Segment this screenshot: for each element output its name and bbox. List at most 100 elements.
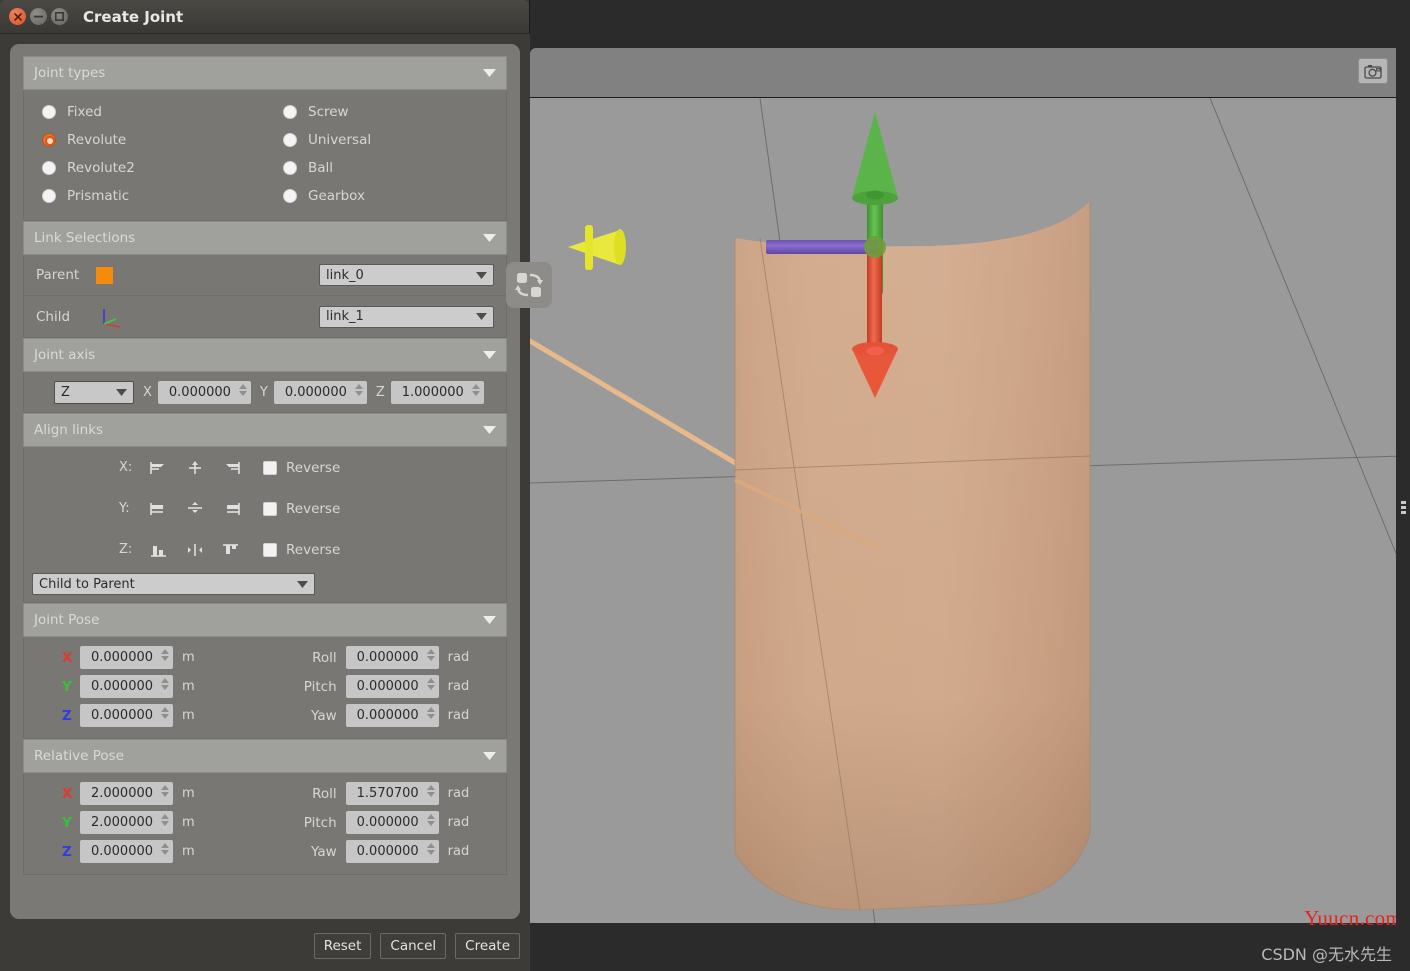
radio-universal-label: Universal bbox=[308, 132, 372, 148]
radio-revolute2[interactable]: Revolute2 bbox=[42, 154, 265, 182]
radio-prismatic[interactable]: Prismatic bbox=[42, 182, 265, 210]
align-links-header[interactable]: Align links bbox=[23, 413, 507, 447]
relative-pose-roll-spinbox[interactable]: 1.570700 bbox=[345, 782, 439, 805]
joint-pose-roll-value: 0.000000 bbox=[356, 650, 419, 665]
joint-pose-x-spinbox[interactable]: 0.000000 bbox=[80, 646, 173, 669]
align-direction-select[interactable]: Child to Parent bbox=[32, 573, 315, 595]
spinner-arrows[interactable] bbox=[426, 814, 435, 826]
parent-color-swatch bbox=[96, 266, 113, 284]
relative-pose-row-y: Y 2.000000 m Pitch 0.000000 rad bbox=[24, 808, 506, 837]
parent-link-value: link_0 bbox=[326, 267, 364, 283]
link-selections-header[interactable]: Link Selections bbox=[23, 221, 507, 255]
align-x-reverse-checkbox[interactable] bbox=[263, 460, 277, 475]
axis-x-spinbox[interactable]: 0.000000 bbox=[157, 380, 251, 404]
joint-types-body: Fixed Revolute Revolute2 Prismatic Screw… bbox=[23, 90, 507, 221]
radio-revolute[interactable]: Revolute bbox=[42, 126, 265, 154]
child-axis-icon bbox=[96, 305, 126, 329]
align-y-max-button[interactable] bbox=[213, 501, 249, 517]
close-button[interactable] bbox=[9, 8, 26, 25]
spinner-arrows[interactable] bbox=[426, 785, 435, 797]
3d-scene[interactable] bbox=[530, 98, 1402, 923]
axis-y-spinbox[interactable]: 0.000000 bbox=[273, 380, 367, 404]
cancel-button[interactable]: Cancel bbox=[380, 933, 447, 959]
reset-button[interactable]: Reset bbox=[313, 933, 372, 959]
align-x-label: X: bbox=[119, 460, 133, 475]
link-selections-body: Parent link_0 Child link_1 bbox=[23, 255, 552, 338]
align-z-max-button[interactable] bbox=[213, 542, 249, 558]
spinner-arrows[interactable] bbox=[161, 785, 169, 797]
spinner-arrows[interactable] bbox=[161, 707, 169, 719]
joint-axis-header[interactable]: Joint axis bbox=[23, 338, 507, 372]
axis-x-value: 0.000000 bbox=[168, 384, 231, 400]
relative-pose-z-spinbox[interactable]: 0.000000 bbox=[80, 840, 173, 863]
axis-preset-select[interactable]: Z bbox=[54, 380, 134, 404]
align-x-min-button[interactable] bbox=[141, 460, 177, 476]
window-titlebar: Create Joint bbox=[0, 0, 529, 34]
radio-universal-dot bbox=[283, 133, 297, 147]
spinner-arrows[interactable] bbox=[238, 383, 247, 396]
align-z-reverse-checkbox[interactable] bbox=[263, 542, 277, 557]
spinner-arrows[interactable] bbox=[354, 383, 363, 396]
maximize-button[interactable] bbox=[51, 8, 68, 25]
spinner-arrows[interactable] bbox=[426, 707, 435, 719]
watermark-csdn: CSDN @无水先生 bbox=[1261, 945, 1392, 964]
create-button[interactable]: Create bbox=[455, 933, 520, 959]
relative-pose-x-spinbox[interactable]: 2.000000 bbox=[80, 782, 173, 805]
relative-pose-header[interactable]: Relative Pose bbox=[23, 739, 507, 773]
chevron-down-icon bbox=[483, 351, 496, 359]
axis-z-spinbox[interactable]: 1.000000 bbox=[390, 380, 484, 404]
joint-pose-header[interactable]: Joint Pose bbox=[23, 603, 507, 637]
spinner-arrows[interactable] bbox=[471, 383, 480, 396]
radio-revolute2-label: Revolute2 bbox=[67, 160, 135, 176]
parent-link-select[interactable]: link_0 bbox=[319, 264, 494, 286]
spinner-arrows[interactable] bbox=[161, 678, 169, 690]
relative-pose-y-spinbox[interactable]: 2.000000 bbox=[80, 811, 173, 834]
chevron-down-icon bbox=[483, 426, 496, 434]
radio-screw[interactable]: Screw bbox=[283, 98, 506, 126]
align-row-x: X: Reverse bbox=[24, 447, 506, 488]
spinner-arrows[interactable] bbox=[161, 814, 169, 826]
joint-pose-yaw-label: Yaw bbox=[310, 707, 337, 724]
relative-pose-z-label: Z bbox=[62, 843, 72, 860]
relative-pose-x-label: X bbox=[62, 785, 73, 802]
radio-screw-dot bbox=[283, 105, 297, 119]
align-z-min-button[interactable] bbox=[141, 542, 177, 558]
radio-gearbox[interactable]: Gearbox bbox=[283, 182, 506, 210]
child-link-select[interactable]: link_1 bbox=[319, 305, 494, 328]
joint-pose-row-y: Y 0.000000 m Pitch 0.000000 rad bbox=[24, 672, 506, 701]
align-links-body: X: Reverse Y: Reverse Z: Reverse Child t… bbox=[23, 447, 507, 603]
joint-pose-y-unit: m bbox=[182, 679, 195, 694]
swap-links-button[interactable] bbox=[506, 262, 552, 308]
relative-pose-pitch-spinbox[interactable]: 0.000000 bbox=[345, 811, 439, 834]
align-y-center-button[interactable] bbox=[177, 501, 213, 517]
radio-ball[interactable]: Ball bbox=[283, 154, 506, 182]
relative-pose-yaw-unit: rad bbox=[447, 844, 470, 859]
axis-z-label: Z bbox=[375, 384, 385, 400]
joint-pose-z-spinbox[interactable]: 0.000000 bbox=[80, 704, 173, 727]
align-x-center-button[interactable] bbox=[177, 460, 213, 476]
joint-pose-x-unit: m bbox=[182, 650, 195, 665]
screenshot-button[interactable] bbox=[1358, 58, 1388, 84]
joint-pose-yaw-spinbox[interactable]: 0.000000 bbox=[345, 704, 439, 727]
viewport-splitter[interactable] bbox=[1396, 44, 1410, 971]
align-y-reverse-checkbox[interactable] bbox=[263, 501, 277, 516]
joint-pose-y-spinbox[interactable]: 0.000000 bbox=[80, 675, 173, 698]
minimize-button[interactable] bbox=[30, 8, 47, 25]
joint-axis-body: Z X 0.000000 Y 0.000000 Z 1.000000 bbox=[23, 372, 507, 413]
radio-fixed[interactable]: Fixed bbox=[42, 98, 265, 126]
spinner-arrows[interactable] bbox=[426, 678, 435, 690]
joint-pose-pitch-spinbox[interactable]: 0.000000 bbox=[345, 675, 439, 698]
align-x-max-button[interactable] bbox=[213, 460, 249, 476]
align-y-min-button[interactable] bbox=[141, 501, 177, 517]
joint-pose-title: Joint Pose bbox=[34, 612, 100, 628]
radio-universal[interactable]: Universal bbox=[283, 126, 506, 154]
align-y-reverse-label: Reverse bbox=[286, 500, 341, 517]
spinner-arrows[interactable] bbox=[161, 649, 169, 661]
spinner-arrows[interactable] bbox=[426, 843, 435, 855]
relative-pose-yaw-spinbox[interactable]: 0.000000 bbox=[345, 840, 439, 863]
align-z-center-button[interactable] bbox=[177, 542, 213, 558]
joint-pose-roll-spinbox[interactable]: 0.000000 bbox=[345, 646, 439, 669]
spinner-arrows[interactable] bbox=[426, 649, 435, 661]
joint-types-header[interactable]: Joint types bbox=[23, 56, 507, 90]
spinner-arrows[interactable] bbox=[161, 843, 169, 855]
